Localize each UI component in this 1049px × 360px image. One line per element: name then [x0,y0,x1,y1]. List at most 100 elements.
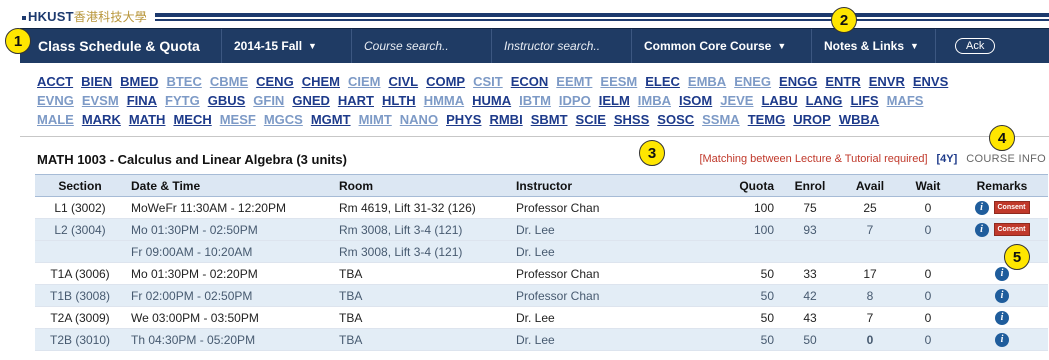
department-row: MALE MARK MATH MECH MESF MGCS MGMT MIMT NANO PHYS… [37,110,1037,129]
logo-square-icon [22,15,26,20]
cell-datetime: Fr 02:00PM - 02:50PM [125,284,333,307]
department-link[interactable]: SBMT [531,110,568,129]
department-link[interactable]: GFIN [253,91,284,110]
department-link[interactable]: LANG [806,91,843,110]
department-link[interactable]: HART [338,91,374,110]
info-icon[interactable]: i [995,288,1009,303]
department-link[interactable]: EESM [600,72,637,91]
app-title[interactable]: Class Schedule & Quota [20,29,222,63]
department-link[interactable]: FINA [127,91,157,110]
department-link[interactable]: EVSM [82,91,119,110]
department-link[interactable]: GBUS [208,91,246,110]
department-link[interactable]: ENEG [734,72,771,91]
department-link[interactable]: ELEC [645,72,680,91]
department-link[interactable]: UROP [793,110,831,129]
cell-room: TBA [333,328,510,351]
department-link[interactable]: HMMA [424,91,464,110]
department-link[interactable]: TEMG [748,110,786,129]
cell-datetime: Th 04:30PM - 05:20PM [125,328,333,351]
department-link[interactable]: ACCT [37,72,73,91]
course-info-link[interactable]: COURSE INFO [966,153,1046,165]
cell-avail: 25 [840,196,900,219]
department-link[interactable]: EEMT [556,72,592,91]
department-link[interactable]: ENGG [779,72,817,91]
col-room: Room [333,174,510,197]
department-link[interactable]: HLTH [382,91,416,110]
department-link[interactable]: HUMA [472,91,511,110]
cell-instructor: Dr. Lee [510,218,700,241]
department-link[interactable]: EMBA [688,72,726,91]
department-link[interactable]: MGCS [264,110,303,129]
department-link[interactable]: MIMT [359,110,392,129]
department-link[interactable]: MARK [82,110,121,129]
department-link[interactable]: CHEM [302,72,340,91]
ack-button[interactable]: Ack [955,38,996,54]
department-link[interactable]: MGMT [311,110,351,129]
department-link[interactable]: LIFS [850,91,878,110]
course-title: MATH 1003 - Calculus and Linear Algebra … [37,152,347,167]
department-link[interactable]: ISOM [679,91,712,110]
department-link[interactable]: GNED [292,91,330,110]
department-link[interactable]: LABU [761,91,797,110]
info-icon[interactable]: i [974,222,989,237]
department-link[interactable]: MATH [129,110,166,129]
department-link[interactable]: SHSS [614,110,649,129]
info-icon[interactable]: i [995,266,1009,281]
cell-instructor: Dr. Lee [510,306,700,329]
department-link[interactable]: MESF [220,110,256,129]
callout-marker: 3 [639,140,665,166]
department-link[interactable]: RMBI [489,110,522,129]
department-link[interactable]: IBTM [519,91,551,110]
department-link[interactable]: CENG [256,72,294,91]
notes-links-dropdown[interactable]: Notes & Links ▼ [812,29,936,63]
cell-datetime: We 03:00PM - 03:50PM [125,306,333,329]
department-link[interactable]: BIEN [81,72,112,91]
course-search-input[interactable]: Course search.. [352,29,492,63]
consent-badge: Consent [993,223,1030,237]
department-link[interactable]: SSMA [702,110,740,129]
info-icon[interactable]: i [974,200,989,215]
department-link[interactable]: FYTG [165,91,200,110]
common-core-dropdown[interactable]: Common Core Course ▼ [632,29,812,63]
table-row: T2B (3010) Th 04:30PM - 05:20PM TBA Dr. Lee… [35,328,1048,351]
department-link[interactable]: JEVE [720,91,753,110]
department-link[interactable]: EVNG [37,91,74,110]
cell-wait: 0 [900,196,956,219]
department-link[interactable]: MALE [37,110,74,129]
consent-badge: Consent [993,201,1030,215]
cell-room: TBA [333,284,510,307]
department-link[interactable]: PHYS [446,110,481,129]
department-link[interactable]: CBME [210,72,248,91]
course-meta: [Matching between Lecture & Tutorial req… [699,153,1046,165]
cell-quota: 50 [700,328,780,351]
department-link[interactable]: SOSC [657,110,694,129]
department-link[interactable]: NANO [400,110,438,129]
term-dropdown[interactable]: 2014-15 Fall ▼ [222,29,352,63]
department-link[interactable]: IELM [599,91,630,110]
department-link[interactable]: MAFS [887,91,924,110]
cell-enrol [780,240,840,263]
info-icon[interactable]: i [995,310,1009,325]
department-link[interactable]: ENVR [869,72,905,91]
hkust-logo[interactable]: HKUST香港科技大學 [22,8,147,25]
department-link[interactable]: BMED [120,72,158,91]
department-link[interactable]: WBBA [839,110,879,129]
department-link[interactable]: BTEC [166,72,201,91]
department-link[interactable]: SCIE [576,110,606,129]
cell-quota: 100 [700,196,780,219]
department-link[interactable]: CIEM [348,72,381,91]
department-link[interactable]: CIVL [388,72,418,91]
department-link[interactable]: COMP [426,72,465,91]
department-link[interactable]: MECH [173,110,211,129]
department-link[interactable]: CSIT [473,72,503,91]
info-icon[interactable]: i [995,332,1009,347]
cell-avail: 7 [840,218,900,241]
department-link[interactable]: IDPO [559,91,591,110]
top-navbar: Class Schedule & Quota 2014-15 Fall ▼ Cou… [20,28,1049,63]
cell-enrol: 33 [780,262,840,285]
department-link[interactable]: ECON [511,72,549,91]
instructor-search-input[interactable]: Instructor search.. [492,29,632,63]
department-link[interactable]: ENVS [913,72,948,91]
department-link[interactable]: ENTR [825,72,860,91]
department-link[interactable]: IMBA [638,91,671,110]
